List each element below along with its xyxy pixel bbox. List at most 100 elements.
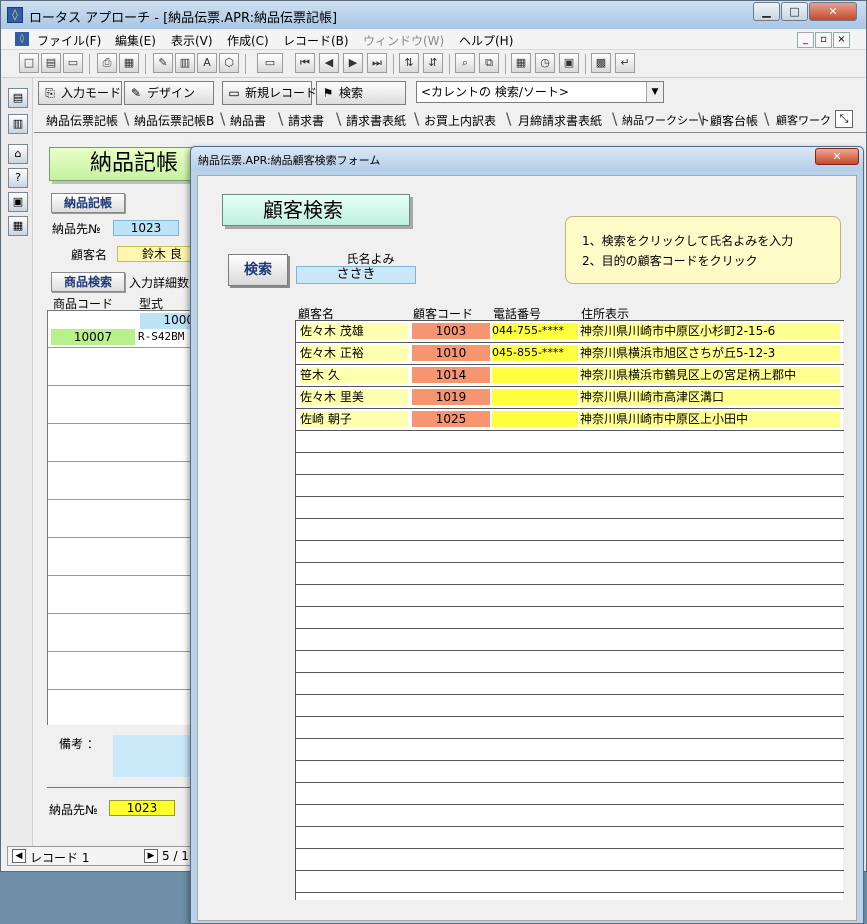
design-button[interactable]: ✎ デザイン — [124, 81, 214, 105]
menu-create[interactable]: 作成(C) — [227, 32, 269, 49]
address-cell[interactable]: 神奈川県川崎市高津区溝口 — [580, 389, 840, 405]
edit-icon[interactable]: ✎ — [153, 53, 173, 73]
next-record-icon[interactable]: ▶ — [343, 53, 363, 73]
menu-help[interactable]: ヘルプ(H) — [459, 32, 513, 49]
new-record-button[interactable]: ▭ 新規レコード — [222, 81, 317, 105]
grid-line — [296, 386, 844, 387]
address-cell[interactable]: 神奈川県横浜市鶴見区上の宮足柄上郡中 — [580, 367, 840, 383]
prev-record-icon[interactable]: ◀ — [319, 53, 339, 73]
tab-delivery-slip[interactable]: 納品書 — [230, 112, 266, 129]
tab-invoice-cover[interactable]: 請求書表紙 — [346, 112, 406, 129]
product-row-model[interactable]: 1000 — [140, 313, 196, 329]
prev-page-icon[interactable]: ◀ — [12, 849, 26, 863]
clipboard-icon[interactable]: ▣ — [559, 53, 579, 73]
current-search-select[interactable]: <カレントの 検索/ソート> ▼ — [416, 81, 664, 103]
tab-delivery-entry[interactable]: 納品伝票記帳 — [46, 112, 118, 129]
grid-line — [48, 575, 196, 576]
print-icon[interactable]: ⎙ — [97, 53, 117, 73]
menu-edit[interactable]: 編集(E) — [115, 32, 156, 49]
new-file-icon[interactable]: □ — [19, 53, 39, 73]
customer-code-cell[interactable]: 1003 — [412, 323, 490, 339]
phone-cell[interactable] — [492, 389, 578, 405]
draw-icon[interactable]: ⬡ — [219, 53, 239, 73]
input-mode-button[interactable]: ⎘ 入力モード — [38, 81, 122, 105]
customer-name-cell[interactable]: 佐々木 茂雄 — [300, 323, 408, 339]
report-icon[interactable]: ▥ — [8, 114, 28, 134]
minimize-button[interactable]: ▁ — [753, 2, 780, 21]
name-kana-input[interactable]: ささき — [296, 266, 416, 284]
close-button[interactable]: ✕ — [809, 2, 857, 21]
maximize-button[interactable]: □ — [781, 2, 808, 21]
chevron-down-icon[interactable]: ▼ — [646, 82, 663, 102]
customer-name-field[interactable]: 鈴木 良 — [117, 246, 197, 262]
results-header: 顧客名 顧客コード 電話番号 住所表示 — [298, 305, 846, 321]
first-record-icon[interactable]: ⏮ — [295, 53, 315, 73]
print-preview-icon[interactable]: ▦ — [119, 53, 139, 73]
tab-customer-worksheet[interactable]: 顧客ワークシ — [776, 112, 832, 128]
tab-scroll-icon[interactable]: ⤡ — [835, 110, 853, 128]
customer-name-cell[interactable]: 佐々木 里美 — [300, 389, 408, 405]
phone-cell[interactable]: 044-755-**** — [492, 323, 578, 339]
tab-monthly-invoice-cover[interactable]: 月締請求書表紙 — [518, 112, 602, 129]
grid-icon[interactable]: ▩ — [591, 53, 611, 73]
address-cell[interactable]: 神奈川県川崎市中原区上小田中 — [580, 411, 840, 427]
customer-name-cell[interactable]: 笹木 久 — [300, 367, 408, 383]
tab-delivery-entry-b[interactable]: 納品伝票記帳B — [134, 112, 214, 129]
popup-titlebar[interactable]: 納品伝票.APR:納品顧客検索フォーム ✕ — [191, 147, 863, 171]
ruler-icon[interactable]: ▥ — [175, 53, 195, 73]
customer-name-cell[interactable]: 佐崎 朝子 — [300, 411, 408, 427]
text-icon[interactable]: A — [197, 53, 217, 73]
mdi-restore-button[interactable]: ▫ — [815, 32, 832, 48]
form-icon[interactable]: ▤ — [8, 88, 28, 108]
customer-name-cell[interactable]: 佐々木 正裕 — [300, 345, 408, 361]
product-row-code[interactable]: 10007 — [51, 329, 135, 345]
customer-code-cell[interactable]: 1014 — [412, 367, 490, 383]
mdi-close-button[interactable]: × — [833, 32, 850, 48]
footer-delivery-no-field[interactable]: 1023 — [109, 800, 175, 816]
calendar-icon[interactable]: ▦ — [511, 53, 531, 73]
tab-separator: \ — [506, 109, 512, 128]
tab-customer-ledger[interactable]: 顧客台帳 — [710, 112, 758, 129]
last-record-icon[interactable]: ⏭ — [367, 53, 387, 73]
find-icon[interactable]: ⌕ — [455, 53, 475, 73]
server-icon[interactable]: ▣ — [8, 192, 28, 212]
menu-file[interactable]: ファイル(F) — [37, 32, 101, 49]
address-cell[interactable]: 神奈川県川崎市中原区小杉町2-15-6 — [580, 323, 840, 339]
enter-icon[interactable]: ↵ — [615, 53, 635, 73]
sort-asc-icon[interactable]: ⇅ — [399, 53, 419, 73]
database-icon[interactable]: ▦ — [8, 216, 28, 236]
phone-cell[interactable]: 045-855-**** — [492, 345, 578, 361]
phone-cell[interactable] — [492, 411, 578, 427]
find-all-icon[interactable]: ⧉ — [479, 53, 499, 73]
open-icon[interactable]: ▤ — [41, 53, 61, 73]
product-row-model[interactable]: R-S42BM — [138, 329, 196, 345]
search-button[interactable]: 検索 — [228, 254, 288, 286]
customer-code-cell[interactable]: 1010 — [412, 345, 490, 361]
menu-window[interactable]: ウィンドウ(W) — [363, 32, 444, 49]
app-menu-icon[interactable]: ◊ — [15, 32, 29, 46]
popup-close-button[interactable]: ✕ — [815, 148, 859, 165]
customer-code-cell[interactable]: 1025 — [412, 411, 490, 427]
home-icon[interactable]: ⌂ — [8, 144, 28, 164]
next-page-icon[interactable]: ▶ — [144, 849, 158, 863]
lotus-approach-icon[interactable]: ◊ — [7, 7, 23, 23]
mdi-minimize-button[interactable]: _ — [797, 32, 814, 48]
help-icon[interactable]: ? — [8, 168, 28, 188]
timer-icon[interactable]: ◷ — [535, 53, 555, 73]
menu-record[interactable]: レコード(B) — [283, 32, 349, 49]
search-mode-button[interactable]: ⚑ 検索 — [316, 81, 406, 105]
open-folder-icon[interactable]: ▭ — [63, 53, 83, 73]
delivery-no-field[interactable]: 1023 — [113, 220, 179, 236]
sort-desc-icon[interactable]: ⇵ — [423, 53, 443, 73]
menu-view[interactable]: 表示(V) — [171, 32, 213, 49]
main-titlebar[interactable]: ◊ ロータス アプローチ - [納品伝票.APR:納品伝票記帳] ▁ □ ✕ — [1, 1, 866, 29]
field-icon[interactable]: ▭ — [257, 53, 283, 73]
phone-cell[interactable] — [492, 367, 578, 383]
customer-code-cell[interactable]: 1019 — [412, 389, 490, 405]
product-search-button[interactable]: 商品検索 — [51, 272, 125, 292]
memo-field[interactable] — [113, 735, 197, 777]
tab-purchase-details[interactable]: お買上内訳表 — [424, 112, 496, 129]
address-cell[interactable]: 神奈川県横浜市旭区さちが丘5-12-3 — [580, 345, 840, 361]
tab-invoice[interactable]: 請求書 — [288, 112, 324, 129]
tab-delivery-worksheet[interactable]: 納品ワークシート — [622, 112, 710, 128]
